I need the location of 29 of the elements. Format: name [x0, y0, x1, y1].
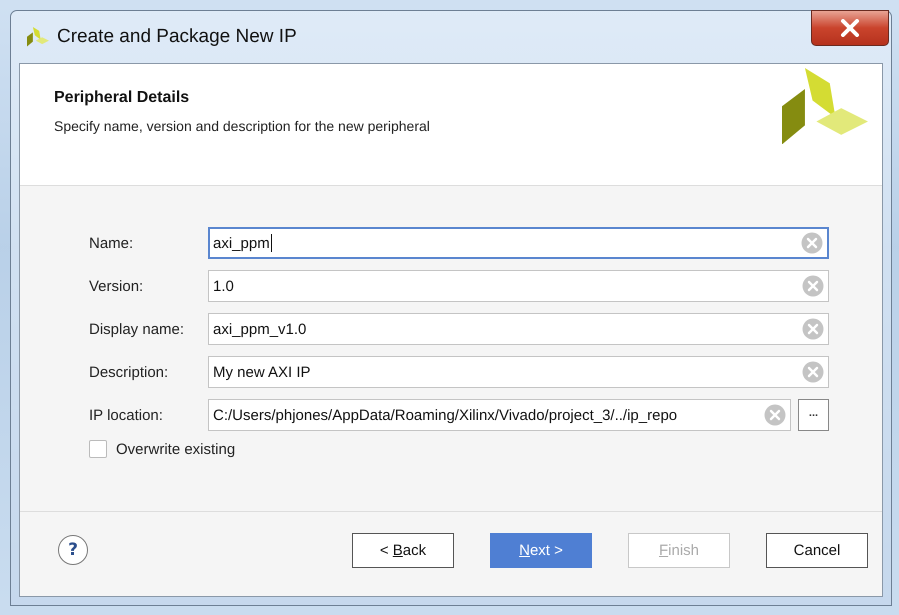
window-title: Create and Package New IP: [57, 26, 297, 48]
clear-icon[interactable]: [801, 232, 823, 254]
dialog-button[interactable]: Cancel: [766, 532, 868, 568]
dialog-button[interactable]: < Back: [352, 532, 454, 568]
browse-button[interactable]: ...: [798, 399, 829, 431]
text-field[interactable]: axi_ppm_v1.0: [208, 313, 829, 345]
page-heading: Peripheral Details: [54, 89, 190, 107]
app-logo-icon: [27, 27, 49, 47]
clear-icon[interactable]: [802, 361, 824, 383]
close-button[interactable]: [811, 10, 889, 46]
field-label: IP location:: [89, 406, 164, 424]
checkbox-label: Overwrite existing: [116, 440, 236, 458]
text-field[interactable]: 1.0: [208, 270, 829, 302]
text-field[interactable]: My new AXI IP: [208, 356, 829, 388]
help-button[interactable]: ?: [58, 535, 88, 565]
field-label: Name:: [89, 234, 134, 252]
logo-icon: [782, 68, 868, 146]
field-label: Display name:: [89, 320, 186, 338]
field-label: Description:: [89, 364, 170, 380]
clear-icon[interactable]: [802, 318, 824, 340]
page-description: Specify name, version and description for the new peripheral: [54, 118, 430, 134]
clear-icon[interactable]: [802, 275, 824, 297]
text-field[interactable]: axi_ppm: [208, 227, 829, 259]
close-icon: [839, 19, 861, 37]
clear-icon[interactable]: [764, 404, 786, 426]
field-label: Version:: [89, 278, 144, 294]
checkbox[interactable]: [89, 440, 107, 458]
text-field[interactable]: C:/Users/phjones/AppData/Roaming/Xilinx/Vivado/project_3/../ip_repo: [208, 399, 791, 431]
dialog-button[interactable]: Next >: [490, 532, 592, 568]
